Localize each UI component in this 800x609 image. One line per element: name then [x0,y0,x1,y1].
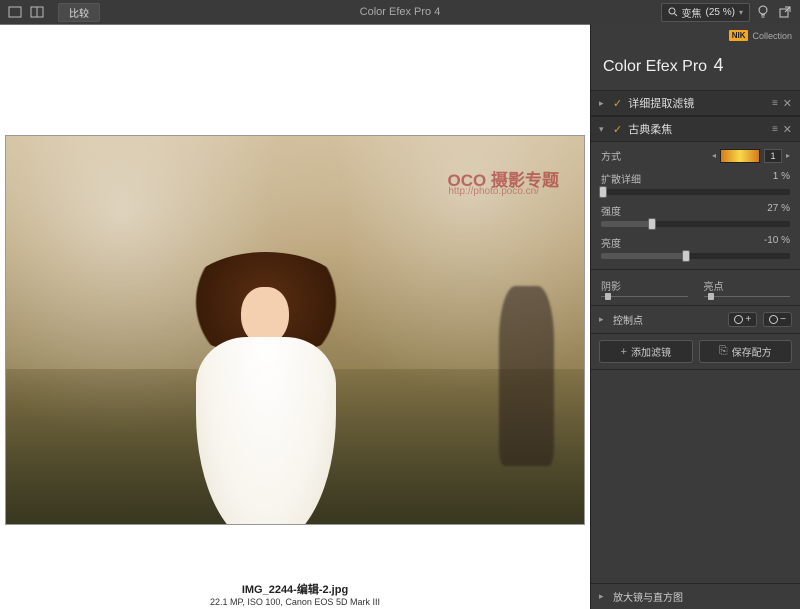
chevron-down-icon[interactable]: ▾ [599,124,607,135]
chevron-down-icon: ▾ [739,8,743,17]
slider-value: -10 % [764,235,790,250]
shadow-highlight-row: 阴影 亮点 [591,270,800,306]
chevron-right-icon[interactable]: ▸ [599,591,607,602]
compare-button[interactable]: 比较 [58,3,100,22]
slider-value: 1 % [773,171,790,186]
add-filter-label: 添加滤镜 [631,344,671,359]
zoom-value: (25 %) [706,7,735,18]
slider-label: 强度 [601,203,621,218]
top-toolbar: 比较 Color Efex Pro 4 变焦 (25 %) ▾ [0,0,800,24]
add-control-point-plus-button[interactable]: + [728,312,757,327]
lightbulb-icon[interactable] [754,4,772,20]
control-points-label: 控制点 [613,312,722,327]
filter-item-classic-soft-focus[interactable]: ▾ ✓ 古典柔焦 ≡ ✕ [591,116,800,142]
panel-title-text: Color Efex Pro [603,58,707,75]
slider-track[interactable] [601,221,790,227]
slider-strength: 强度 27 % [601,203,790,227]
style-index[interactable]: 1 [764,149,782,163]
add-filter-button[interactable]: + 添加滤镜 [599,340,693,363]
style-label: 方式 [601,148,621,163]
filename-label: IMG_2244-编辑-2.jpg [0,581,590,597]
slider-label: 扩散详细 [601,171,641,186]
brand-strip: NIK Collection [591,24,800,47]
file-details-label: 22.1 MP, ISO 100, Canon EOS 5D Mark III [0,597,590,607]
filter-controls: 方式 ◂ 1 ▸ 扩散详细 1 % [591,142,800,270]
chevron-right-icon[interactable]: ▸ [599,314,607,325]
watermark-url: http://photo.poco.cn/ [448,186,539,197]
style-swatch[interactable] [720,149,760,163]
slider-brightness: 亮度 -10 % [601,235,790,259]
circle-icon [734,315,743,324]
check-icon[interactable]: ✓ [613,97,622,110]
zoom-control[interactable]: 变焦 (25 %) ▾ [661,3,750,22]
minus-icon: − [780,314,786,325]
split-view-icon[interactable] [28,4,46,20]
check-icon[interactable]: ✓ [613,123,622,136]
shadow-label: 阴影 [601,278,688,293]
control-points-row: ▸ 控制点 + − [591,306,800,334]
slider-diffuse-detail: 扩散详细 1 % [601,171,790,195]
filter-name-label: 详细提取滤镜 [628,95,766,111]
save-icon: ⎘ [719,345,728,358]
preview-image[interactable]: OCO 摄影专题 http://photo.poco.cn/ [5,135,585,525]
plus-icon: + [745,314,751,325]
filter-item-detail-extractor[interactable]: ▸ ✓ 详细提取滤镜 ≡ ✕ [591,90,800,116]
window-title: Color Efex Pro 4 [360,6,441,18]
style-row: 方式 ◂ 1 ▸ [601,148,790,163]
slider-track[interactable] [601,189,790,195]
brand-badge: NIK [729,30,749,41]
style-next-icon[interactable]: ▸ [786,151,790,160]
plus-icon: + [621,346,627,358]
action-button-row: + 添加滤镜 ⎘ 保存配方 [591,334,800,370]
slider-track[interactable] [601,253,790,259]
highlight-slider[interactable]: 亮点 [704,278,791,297]
panel-version: 4 [714,55,724,75]
shadow-slider[interactable]: 阴影 [601,278,688,297]
highlight-label: 亮点 [704,278,791,293]
loupe-histogram-label: 放大镜与直方图 [613,589,683,604]
style-prev-icon[interactable]: ◂ [712,151,716,160]
loupe-histogram-row[interactable]: ▸ 放大镜与直方图 [591,583,800,609]
filter-name-label: 古典柔焦 [628,121,766,137]
close-icon[interactable]: ✕ [783,123,792,136]
slider-value: 27 % [767,203,790,218]
save-recipe-label: 保存配方 [732,344,772,359]
circle-icon [769,315,778,324]
zoom-label: 变焦 [682,5,702,20]
chevron-right-icon[interactable]: ▸ [599,98,607,109]
brand-collection-label: Collection [752,31,792,41]
file-metadata: IMG_2244-编辑-2.jpg 22.1 MP, ISO 100, Cano… [0,575,590,609]
right-panel: NIK Collection Color Efex Pro 4 ▸ ✓ 详细提取… [590,24,800,609]
slider-label: 亮度 [601,235,621,250]
save-recipe-button[interactable]: ⎘ 保存配方 [699,340,793,363]
filter-menu-icon[interactable]: ≡ [772,98,777,109]
main-canvas-area: OCO 摄影专题 http://photo.poco.cn/ IMG_2244-… [0,24,590,609]
search-icon [668,7,678,17]
filter-menu-icon[interactable]: ≡ [772,124,777,135]
export-icon[interactable] [776,4,794,20]
add-control-point-minus-button[interactable]: − [763,312,792,327]
close-icon[interactable]: ✕ [783,97,792,110]
panel-title: Color Efex Pro 4 [591,47,800,90]
single-view-icon[interactable] [6,4,24,20]
